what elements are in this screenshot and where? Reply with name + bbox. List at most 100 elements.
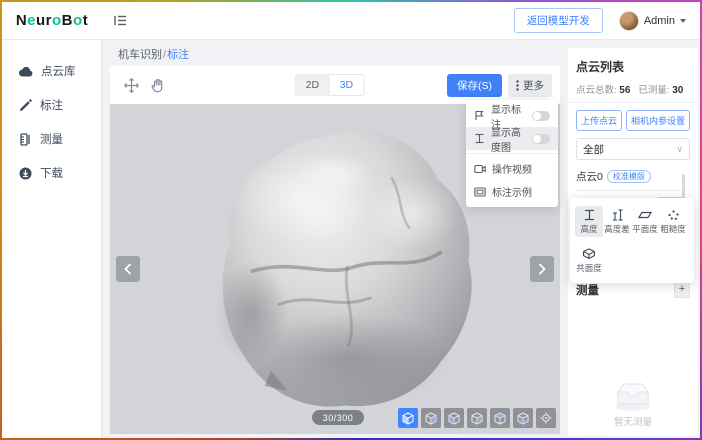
sidebar-nav: 点云库 标注 测量 下载 [2,40,102,438]
view-cube-right-button[interactable] [467,408,487,428]
chevron-down-icon: ∨ [676,144,683,155]
tool-height-difference[interactable]: 高度差 [603,206,631,237]
measured-label: 已测量: 30 [638,82,683,96]
logo-letter: ur [36,12,52,29]
user-menu[interactable]: Admin [619,11,686,31]
group-divider [576,190,690,191]
reset-view-button[interactable] [536,408,556,428]
logo-letter-accent: o [52,12,62,29]
view-orientation-buttons [398,408,556,428]
panel-stats: 点云总数: 56 已测量: 30 [576,82,690,96]
hand-pan-icon[interactable] [151,78,165,93]
pagination-indicator: 30/300 [312,410,364,425]
flag-icon [474,110,485,121]
back-to-model-dev-button[interactable]: 返回模型开发 [514,8,603,33]
panel-buttons: 上传点云 相机内参设置 [576,110,690,131]
view-cube-left-button[interactable] [444,408,464,428]
tools-row: 高度 高度差 平面度 粗糙度 [575,206,689,237]
tool-label: 高度差 [604,223,630,235]
show-heightmap-toggle[interactable] [532,134,550,144]
logo-letter: t [83,12,89,29]
save-button[interactable]: 保存(S) [447,74,502,97]
empty-state-text: 暂无测量 [614,414,652,428]
cube-icon [425,412,437,425]
view-cube-back-button[interactable] [421,408,441,428]
viewer-tool-icons [124,78,165,93]
view-mode-segmented: 2D 3D [294,74,364,96]
menu-item-label: 操作视频 [492,161,550,176]
tool-label: 共面度 [576,262,602,274]
pen-icon [19,99,32,112]
sidebar-collapse-icon[interactable] [114,15,127,26]
flatness-tool-icon [638,209,652,221]
show-annotation-toggle[interactable] [532,111,550,121]
add-measurement-button[interactable]: + [674,282,690,298]
more-button[interactable]: 更多 [508,74,552,97]
tool-flatness[interactable]: 平面度 [631,206,659,237]
view-cube-front-button[interactable] [398,408,418,428]
view-cube-top-button[interactable] [490,408,510,428]
panel-title: 点云列表 [576,58,690,75]
menu-item-show-heightmap[interactable]: 显示高度图 [466,127,558,150]
cloud-icon [19,66,33,77]
panel-divider [568,102,698,103]
crosshair-target-icon [540,412,552,424]
camera-params-button[interactable]: 相机内参设置 [626,110,690,131]
view-cube-bottom-button[interactable] [513,408,533,428]
cube-icon [448,412,460,425]
tools-row: 共面度 [575,245,689,276]
logo-letter-accent: e [27,12,36,29]
group-name: 点云0 [576,169,603,184]
logo-letter: N [16,12,27,29]
tool-coplanarity[interactable]: 共面度 [575,245,603,276]
pointcloud-panel: 点云列表 点云总数: 56 已测量: 30 上传点云 相机内参设置 全部 ∨ 点… [568,48,698,436]
app-body: 点云库 标注 测量 下载 机车识别/标注 [2,40,700,438]
measured-value: 30 [672,85,683,96]
sidebar-item-label: 下载 [40,165,63,181]
app-logo: NeuroBot [2,12,102,29]
height-tool-icon [583,209,596,221]
sidebar-item-measure[interactable]: 测量 [2,122,101,156]
menu-item-annotation-example[interactable]: 标注示例 [466,180,558,203]
menu-item-operation-video[interactable]: 操作视频 [466,157,558,180]
next-image-button[interactable] [530,256,554,282]
vertical-dots-icon [516,80,519,91]
tool-roughness[interactable]: 粗糙度 [659,206,687,237]
tooth-3d-model[interactable] [180,116,490,416]
top-header: NeuroBot 返回模型开发 Admin [2,2,700,40]
tool-label: 平面度 [632,223,658,235]
coplanarity-tool-icon [582,248,596,260]
tool-height[interactable]: 高度 [575,206,603,237]
sidebar-item-label: 测量 [40,131,63,147]
sidebar-item-annotate[interactable]: 标注 [2,88,101,122]
sidebar-item-download[interactable]: 下载 [2,156,101,190]
upload-pointcloud-button[interactable]: 上传点云 [576,110,622,131]
main-area: 机车识别/标注 2D 3D 保存(S) [102,40,564,438]
menu-item-label: 标注示例 [492,184,550,199]
viewer-card: 2D 3D 保存(S) 更多 显示标注 [110,66,560,434]
video-icon [474,164,486,174]
measure-tools-popup: 高度 高度差 平面度 粗糙度 [570,198,694,283]
chevron-right-icon [538,263,546,275]
breadcrumb: 机车识别/标注 [102,44,560,66]
measurement-title: 测量 [576,282,599,298]
breadcrumb-parent[interactable]: 机车识别 [118,49,162,61]
total-label: 点云总数: 56 [576,82,630,96]
filter-select-value: 全部 [583,142,604,157]
calibration-template-tag: 校准模版 [607,170,651,183]
height-difference-tool-icon [611,209,624,221]
toolbar-actions: 保存(S) 更多 [447,74,552,97]
tab-3d[interactable]: 3D [329,75,363,95]
logo-letter: B [62,12,73,29]
pointcloud-group-row[interactable]: 点云0 校准模版 [576,169,690,184]
move-tool-icon[interactable] [124,78,139,93]
screen-gradient-border: NeuroBot 返回模型开发 Admin 点云库 标注 测量 [0,0,702,440]
empty-state: 暂无测量 [568,379,698,428]
tab-2d[interactable]: 2D [295,75,329,95]
sidebar-item-pointcloud-library[interactable]: 点云库 [2,54,101,88]
logo-letter-accent: o [73,12,83,29]
cube-icon [494,412,506,425]
user-name: Admin [644,15,675,27]
filter-select[interactable]: 全部 ∨ [576,138,690,160]
prev-image-button[interactable] [116,256,140,282]
